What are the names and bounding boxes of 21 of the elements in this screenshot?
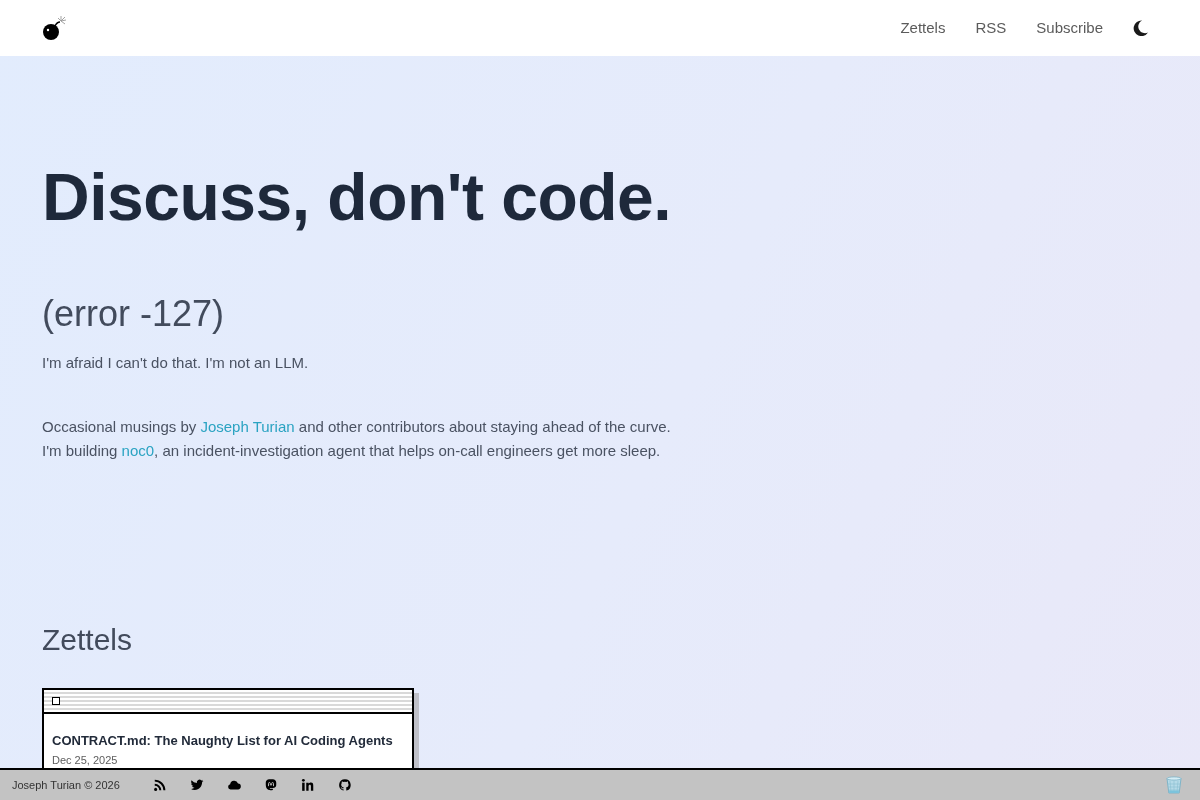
cloud-icon[interactable] bbox=[226, 778, 241, 792]
zettel-date: Dec 25, 2025 bbox=[52, 754, 119, 768]
bird-icon[interactable] bbox=[189, 778, 204, 792]
tagline-text: I'm afraid I can't do that. I'm not an LLM. bbox=[42, 353, 310, 374]
nav-link[interactable]: Subscribe bbox=[1036, 16, 1103, 40]
close-box-icon[interactable] bbox=[52, 697, 60, 706]
rss-icon[interactable] bbox=[152, 778, 167, 792]
bomb-logo-icon[interactable] bbox=[42, 15, 68, 41]
moon-icon[interactable] bbox=[1133, 20, 1148, 36]
page-subtitle: (error -127) bbox=[42, 291, 226, 336]
linkedin-icon[interactable] bbox=[300, 778, 315, 792]
intro-text: I'm building noc0, an incident-investigation agent that helps on-call engineers get more sleep. bbox=[42, 441, 662, 462]
page-title: Discuss, don't code. bbox=[42, 160, 673, 236]
intro-text: Occasional musings by Joseph Turian and other contributors about staying ahead of the curve. bbox=[42, 417, 672, 438]
section-heading: Zettels bbox=[42, 622, 134, 659]
copyright-text: Joseph Turian © 2026 bbox=[12, 777, 120, 793]
speech-bubble-icon[interactable] bbox=[263, 778, 278, 792]
nav-link[interactable]: RSS bbox=[975, 16, 1007, 40]
zettel-title[interactable]: CONTRACT.md: The Naughty List for AI Coding Agents bbox=[52, 733, 393, 750]
nav-link[interactable]: Zettels bbox=[900, 16, 946, 40]
github-icon[interactable] bbox=[337, 778, 352, 792]
